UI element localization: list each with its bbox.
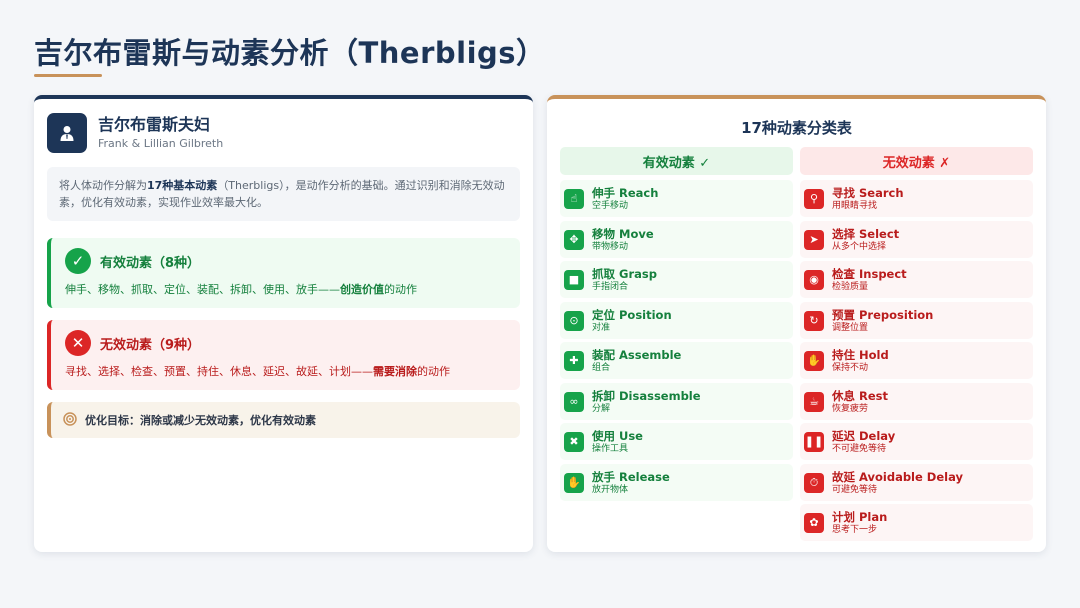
- effective-item: ∞ 拆卸 Disassemble 分解: [560, 383, 793, 420]
- item-desc: 思考下一步: [832, 524, 878, 535]
- item-desc: 带物移动: [592, 241, 629, 252]
- item-desc: 用眼睛寻找: [832, 200, 878, 211]
- effective-item: ✖ 使用 Use 操作工具: [560, 423, 793, 460]
- item-name: 持住 Hold: [832, 347, 889, 362]
- puzzle-icon: ✚: [564, 350, 584, 371]
- ineffective-item: ⏱ 故延 Avoidable Delay 可避免等待: [800, 464, 1033, 501]
- profile-name: 吉尔布雷斯夫妇: [98, 115, 211, 134]
- item-name: 拆卸 Disassemble: [592, 388, 701, 403]
- effective-item: ☝ 伸手 Reach 空手移动: [560, 180, 793, 217]
- item-name: 放手 Release: [592, 469, 670, 484]
- item-desc: 空手移动: [592, 200, 629, 211]
- item-desc: 从多个中选择: [832, 241, 887, 252]
- ineffective-category-card: ✕ 无效动素（9种） 寻找、选择、检查、预置、持住、休息、延迟、故延、计划——需…: [47, 320, 520, 390]
- item-name: 延迟 Delay: [832, 428, 896, 443]
- ineffective-item: ◉ 检查 Inspect 检验质量: [800, 261, 1033, 298]
- ineffective-item: ✿ 计划 Plan 思考下一步: [800, 504, 1033, 541]
- effective-category-title: 有效动素（8种）: [100, 255, 201, 271]
- ineffective-item: ➤ 选择 Select 从多个中选择: [800, 221, 1033, 258]
- item-name: 寻找 Search: [832, 185, 904, 200]
- profile-header: 吉尔布雷斯夫妇 Frank & Lillian Gilbreth: [47, 113, 223, 153]
- item-desc: 分解: [592, 403, 611, 414]
- effective-item: ✋ 放手 Release 放开物体: [560, 464, 793, 501]
- item-name: 计划 Plan: [832, 509, 888, 524]
- intro-text: 将人体动作分解为17种基本动素（Therbligs），是动作分析的基础。通过识别…: [47, 167, 520, 221]
- item-desc: 恢复疲劳: [832, 403, 869, 414]
- effective-desc-after: 的动作: [384, 283, 417, 296]
- effective-desc-bold: 创造价值: [340, 283, 384, 296]
- ineffective-item: ✋ 持住 Hold 保持不动: [800, 342, 1033, 379]
- eye-icon: ◉: [804, 269, 824, 290]
- item-desc: 组合: [592, 362, 611, 373]
- item-desc: 调整位置: [832, 322, 869, 333]
- intro-before: 将人体动作分解为: [59, 179, 147, 192]
- item-name: 伸手 Reach: [592, 185, 659, 200]
- item-name: 预置 Preposition: [832, 307, 934, 322]
- item-desc: 可避免等待: [832, 484, 878, 495]
- effective-category-desc: 伸手、移物、抓取、定位、装配、拆卸、使用、放手——创造价值的动作: [65, 283, 508, 297]
- item-desc: 对准: [592, 322, 611, 333]
- item-desc: 手指闭合: [592, 281, 629, 292]
- profile-subtitle: Frank & Lillian Gilbreth: [98, 137, 224, 150]
- ineffective-item: ⚲ 寻找 Search 用眼睛寻找: [800, 180, 1033, 217]
- ineffective-item: ❚❚ 延迟 Delay 不可避免等待: [800, 423, 1033, 460]
- item-desc: 保持不动: [832, 362, 869, 373]
- item-name: 抓取 Grasp: [592, 266, 657, 281]
- ineffective-column-header: 无效动素 ✗: [800, 147, 1033, 175]
- item-name: 定位 Position: [592, 307, 672, 322]
- unlink-icon: ∞: [564, 391, 584, 412]
- item-name: 使用 Use: [592, 428, 643, 443]
- cursor-icon: ➤: [804, 229, 824, 250]
- user-tie-icon: [47, 113, 87, 153]
- ineffective-category-desc: 寻找、选择、检查、预置、持住、休息、延迟、故延、计划——需要消除的动作: [65, 365, 508, 379]
- ineffective-desc-after: 的动作: [417, 365, 450, 378]
- coffee-icon: ☕: [804, 391, 824, 412]
- open-hand-icon: ✋: [564, 472, 584, 493]
- item-name: 选择 Select: [832, 226, 900, 241]
- effective-item: ✚ 装配 Assemble 组合: [560, 342, 793, 379]
- ineffective-item: ☕ 休息 Rest 恢复疲劳: [800, 383, 1033, 420]
- brain-icon: ✿: [804, 512, 824, 533]
- intro-bold: 17种基本动素: [147, 179, 218, 192]
- item-name: 移物 Move: [592, 226, 654, 241]
- target-icon: [63, 411, 77, 430]
- page-title: 吉尔布雷斯与动素分析（Therbligs）: [34, 36, 546, 70]
- effective-item: ■ 抓取 Grasp 手指闭合: [560, 261, 793, 298]
- ineffective-category-title: 无效动素（9种）: [100, 337, 201, 353]
- fist-icon: ■: [564, 269, 584, 290]
- ineffective-desc-before: 寻找、选择、检查、预置、持住、休息、延迟、故延、计划——: [65, 365, 373, 378]
- close-icon: ✕: [65, 330, 91, 356]
- search-icon: ⚲: [804, 188, 824, 209]
- check-icon: ✓: [65, 248, 91, 274]
- ineffective-item: ↻ 预置 Preposition 调整位置: [800, 302, 1033, 339]
- item-desc: 操作工具: [592, 443, 629, 454]
- item-desc: 不可避免等待: [832, 443, 887, 454]
- tools-icon: ✖: [564, 431, 584, 452]
- arrows-move-icon: ✥: [564, 229, 584, 250]
- effective-column-header: 有效动素 ✓: [560, 147, 793, 175]
- therblig-table-panel: 17种动素分类表 有效动素 ✓ 无效动素 ✗ ☝ 伸手 Reach 空手移动 ✥ …: [547, 95, 1046, 552]
- item-name: 休息 Rest: [832, 388, 889, 403]
- crosshair-icon: ⊙: [564, 310, 584, 331]
- item-name: 故延 Avoidable Delay: [832, 469, 963, 484]
- item-name: 装配 Assemble: [592, 347, 682, 362]
- item-desc: 检验质量: [832, 281, 869, 292]
- rotate-icon: ↻: [804, 310, 824, 331]
- effective-item: ✥ 移物 Move 带物移动: [560, 221, 793, 258]
- effective-item: ⊙ 定位 Position 对准: [560, 302, 793, 339]
- goal-text: 优化目标：消除或减少无效动素，优化有效动素: [85, 414, 316, 427]
- effective-category-card: ✓ 有效动素（8种） 伸手、移物、抓取、定位、装配、拆卸、使用、放手——创造价值…: [47, 238, 520, 308]
- hand-stop-icon: ✋: [804, 350, 824, 371]
- item-name: 检查 Inspect: [832, 266, 907, 281]
- ineffective-desc-bold: 需要消除: [373, 365, 417, 378]
- optimization-goal: 优化目标：消除或减少无效动素，优化有效动素: [47, 402, 520, 438]
- gilbreth-info-panel: 吉尔布雷斯夫妇 Frank & Lillian Gilbreth 将人体动作分解…: [34, 95, 533, 552]
- hand-pointer-icon: ☝: [564, 188, 584, 209]
- item-desc: 放开物体: [592, 484, 629, 495]
- stopwatch-icon: ⏱: [804, 472, 824, 493]
- effective-desc-before: 伸手、移物、抓取、定位、装配、拆卸、使用、放手——: [65, 283, 340, 296]
- title-underline: [34, 74, 102, 77]
- pause-icon: ❚❚: [804, 431, 824, 452]
- table-title: 17种动素分类表: [741, 119, 852, 137]
